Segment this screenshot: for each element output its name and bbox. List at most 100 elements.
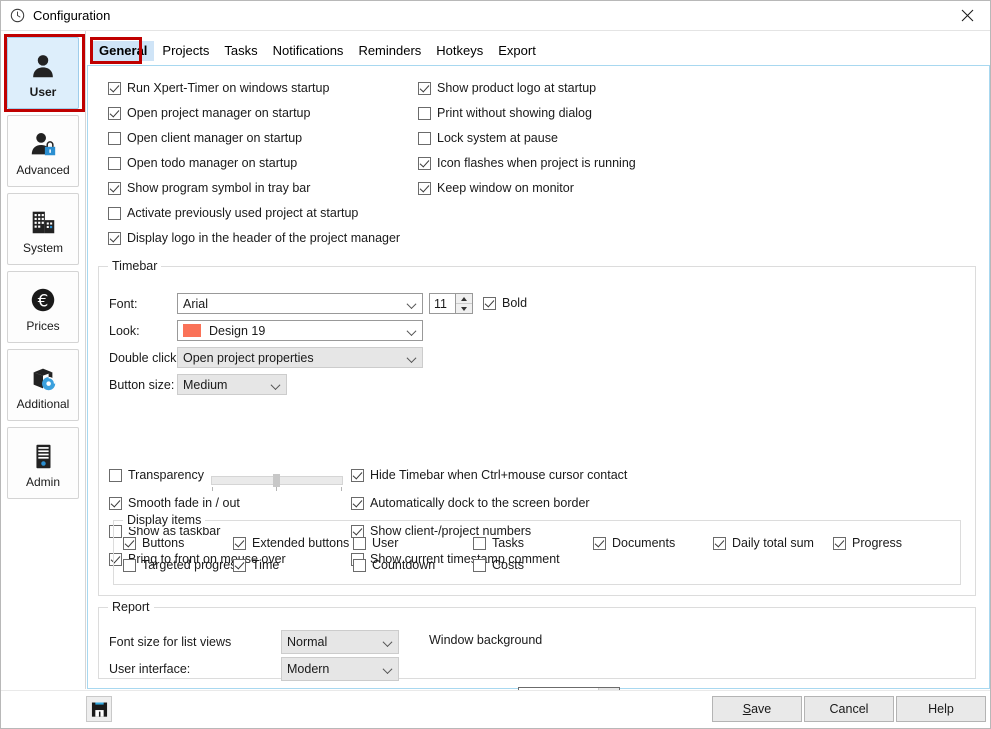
checkbox-user[interactable]: User xyxy=(353,537,398,550)
checkbox-box xyxy=(483,297,496,310)
tab-tasks[interactable]: Tasks xyxy=(217,41,264,61)
font-row: Font: Arial 11 Bold xyxy=(109,293,527,314)
checkbox-show-product-logo-at-startup[interactable]: Show product logo at startup xyxy=(418,82,636,95)
font-size-list-views-select[interactable]: Normal xyxy=(281,630,399,654)
chevron-down-icon xyxy=(408,329,416,334)
button-size-select[interactable]: Medium xyxy=(177,374,287,395)
sidebar-item-label: User xyxy=(30,86,57,98)
tab-reminders[interactable]: Reminders xyxy=(351,41,428,61)
checkbox-label: Extended buttons xyxy=(252,537,349,550)
font-size-stepper[interactable] xyxy=(456,293,473,314)
look-select[interactable]: Design 19 xyxy=(177,320,423,341)
clock-icon xyxy=(9,8,25,24)
slider-thumb[interactable] xyxy=(273,474,280,487)
euro-icon: € xyxy=(28,283,58,317)
checkbox-documents[interactable]: Documents xyxy=(593,537,675,550)
chevron-down-icon xyxy=(272,383,280,388)
sidebar-item-system[interactable]: System xyxy=(7,193,79,265)
font-select[interactable]: Arial xyxy=(177,293,423,314)
chevron-down-icon xyxy=(384,640,392,645)
report-group: Report Font size for list views Normal U… xyxy=(98,607,976,679)
double-click-row: Double click: Open project properties xyxy=(109,347,423,368)
user-interface-select[interactable]: Modern xyxy=(281,657,399,681)
font-size-for-list-views-row: Font size for list views Normal xyxy=(109,630,399,654)
checkbox-open-client-manager-on-startup[interactable]: Open client manager on startup xyxy=(108,132,400,145)
checkbox-box xyxy=(233,559,246,572)
checkbox-box xyxy=(108,182,121,195)
checkbox-countdown[interactable]: Countdown xyxy=(353,559,435,572)
look-label: Look: xyxy=(109,324,177,338)
configuration-window: Configuration User xyxy=(0,0,991,729)
checkbox-extended-buttons[interactable]: Extended buttons xyxy=(233,537,349,550)
checkbox-keep-window-on-monitor[interactable]: Keep window on monitor xyxy=(418,182,636,195)
sidebar-item-advanced[interactable]: Advanced xyxy=(7,115,79,187)
tab-projects[interactable]: Projects xyxy=(155,41,216,61)
checkbox-box xyxy=(351,497,364,510)
checkbox-smooth-fade-in-out[interactable]: Smooth fade in / out xyxy=(109,495,286,511)
sidebar-item-prices[interactable]: € Prices xyxy=(7,271,79,343)
checkbox-label: Show product logo at startup xyxy=(437,82,596,95)
tab-bar: General Projects Tasks Notifications Rem… xyxy=(87,36,990,66)
checkbox-open-project-manager-on-startup[interactable]: Open project manager on startup xyxy=(108,107,400,120)
checkbox-box xyxy=(353,559,366,572)
sidebar-item-additional[interactable]: Additional xyxy=(7,349,79,421)
checkbox-label: Hide Timebar when Ctrl+mouse cursor cont… xyxy=(370,469,627,482)
checkbox-box xyxy=(833,537,846,550)
font-size-input[interactable]: 11 xyxy=(429,293,456,314)
save-button[interactable]: Save xyxy=(712,696,802,722)
tab-export[interactable]: Export xyxy=(491,41,543,61)
font-size-value: 11 xyxy=(434,297,447,311)
checkbox-buttons[interactable]: Buttons xyxy=(123,537,184,550)
stepper-down-icon[interactable] xyxy=(456,304,472,313)
checkbox-targeted-progress[interactable]: Targeted progress xyxy=(123,559,243,572)
tab-hotkeys[interactable]: Hotkeys xyxy=(429,41,490,61)
checkbox-time[interactable]: Time xyxy=(233,559,279,572)
checkbox-label: Bold xyxy=(502,297,527,310)
tab-general[interactable]: General xyxy=(92,41,154,61)
checkbox-open-todo-manager-on-startup[interactable]: Open todo manager on startup xyxy=(108,157,400,170)
double-click-label: Double click: xyxy=(109,351,177,365)
checkbox-hide-timebar-when-ctrl-mouse-cursor-contact[interactable]: Hide Timebar when Ctrl+mouse cursor cont… xyxy=(351,467,627,483)
checkbox-progress[interactable]: Progress xyxy=(833,537,902,550)
checkbox-label: Transparency xyxy=(128,469,204,482)
sidebar-item-admin[interactable]: Admin xyxy=(7,427,79,499)
chevron-down-icon xyxy=(408,356,416,361)
checkbox-label: Automatically dock to the screen border xyxy=(370,497,590,510)
sidebar-item-user[interactable]: User xyxy=(7,37,79,109)
checkbox-costs[interactable]: Costs xyxy=(473,559,524,572)
checkbox-print-without-showing-dialog[interactable]: Print without showing dialog xyxy=(418,107,636,120)
cancel-button[interactable]: Cancel xyxy=(804,696,894,722)
sidebar: User Advanced xyxy=(1,31,86,689)
transparency-slider[interactable] xyxy=(211,472,343,492)
checkbox-box xyxy=(473,537,486,550)
checkbox-automatically-dock-to-the-screen-border[interactable]: Automatically dock to the screen border xyxy=(351,495,627,511)
close-icon[interactable] xyxy=(945,1,990,30)
checkbox-run-xpert-timer-on-windows-startup[interactable]: Run Xpert-Timer on windows startup xyxy=(108,82,400,95)
user-icon xyxy=(28,49,58,83)
window-background-label: Window background xyxy=(429,633,542,647)
checkbox-box xyxy=(108,157,121,170)
checkbox-box xyxy=(418,132,431,145)
tab-notifications[interactable]: Notifications xyxy=(266,41,351,61)
checkbox-display-logo-in-header-of-project-manager[interactable]: Display logo in the header of the projec… xyxy=(108,232,400,245)
double-click-select[interactable]: Open project properties xyxy=(177,347,423,368)
checkbox-box xyxy=(109,497,122,510)
checkbox-show-program-symbol-in-tray-bar[interactable]: Show program symbol in tray bar xyxy=(108,182,400,195)
checkbox-tasks[interactable]: Tasks xyxy=(473,537,524,550)
checkbox-icon-flashes-when-project-is-running[interactable]: Icon flashes when project is running xyxy=(418,157,636,170)
checkbox-box xyxy=(123,559,136,572)
help-button[interactable]: Help xyxy=(896,696,986,722)
sidebar-item-label: Prices xyxy=(26,320,59,332)
checkbox-label: Show program symbol in tray bar xyxy=(127,182,310,195)
box-disc-icon xyxy=(28,361,58,395)
checkbox-daily-total-sum[interactable]: Daily total sum xyxy=(713,537,814,550)
font-size-list-views-label: Font size for list views xyxy=(109,635,281,649)
stepper-up-icon[interactable] xyxy=(456,294,472,304)
floppy-save-icon[interactable] xyxy=(86,696,112,722)
checkbox-lock-system-at-pause[interactable]: Lock system at pause xyxy=(418,132,636,145)
checkbox-activate-previously-used-project-at-startup[interactable]: Activate previously used project at star… xyxy=(108,207,400,220)
checkbox-bold[interactable]: Bold xyxy=(483,297,527,310)
checkbox-label: Buttons xyxy=(142,537,184,550)
checkbox-label: Targeted progress xyxy=(142,559,243,572)
checkbox-box xyxy=(108,207,121,220)
